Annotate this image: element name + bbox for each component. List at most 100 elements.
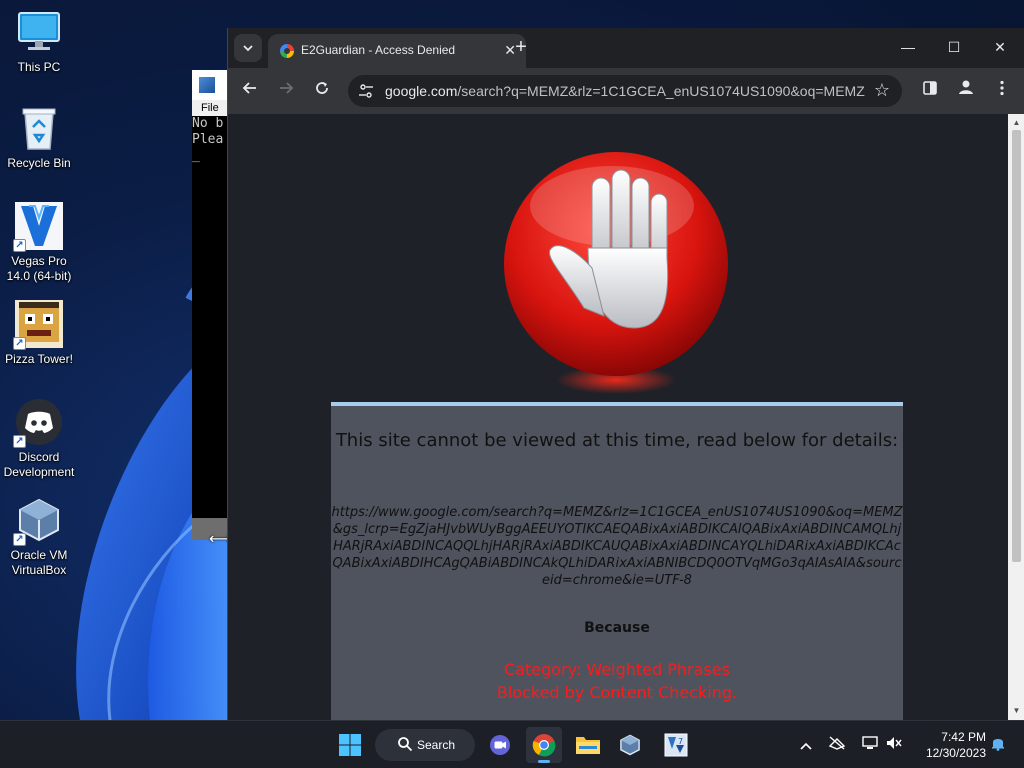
notifications-button[interactable] (988, 735, 1008, 755)
forward-button[interactable] (272, 77, 300, 105)
desktop-icon-label: This PC (17, 60, 61, 74)
start-button[interactable] (332, 727, 368, 763)
side-panel-icon (923, 81, 937, 95)
browser-window[interactable]: E2Guardian - Access Denied ✕ + — ☐ ✕ goo… (227, 28, 1024, 720)
console-output: No b Plea _ (192, 116, 232, 164)
console-menu-file[interactable]: File (201, 102, 219, 114)
taskbar-chrome[interactable] (526, 727, 562, 763)
site-info-icon[interactable] (358, 83, 374, 99)
show-hidden-icons-button[interactable] (796, 735, 816, 755)
vegas-pro-icon: ↗ (13, 202, 63, 252)
taskbar-console-app[interactable]: 7 (658, 727, 694, 763)
chrome-icon (532, 734, 556, 757)
browser-toolbar: google.com/search?q=MEMZ&rlz=1C1GCEA_enU… (228, 68, 1024, 114)
scroll-down-arrow-icon[interactable]: ▼ (1008, 704, 1024, 718)
desktop-icon-vegas-pro[interactable]: ↗ Vegas Pro 14.0 (64-bit) (2, 202, 76, 284)
desktop-icon-virtualbox[interactable]: ↗ Oracle VM VirtualBox (2, 496, 76, 578)
close-window-button[interactable]: ✕ (978, 32, 1022, 62)
url-path: /search?q=MEMZ&rlz=1C1GCEA_enUS1074US109… (457, 83, 865, 99)
tab-title: E2Guardian - Access Denied (301, 43, 456, 57)
taskbar-teams-chat[interactable] (482, 727, 518, 763)
new-tab-button[interactable]: + (509, 36, 533, 60)
taskbar: Search 7 7:42 PM 12/30/2023 (0, 720, 1024, 768)
stop-hand-icon (504, 152, 728, 394)
tab-search-button[interactable] (234, 34, 262, 62)
shortcut-arrow-icon: ↗ (13, 337, 26, 350)
desktop-icon-label: Vegas Pro 14.0 (64-bit) (6, 254, 72, 283)
console-app-icon (198, 76, 216, 94)
system-clock[interactable]: 7:42 PM 12/30/2023 (914, 729, 986, 761)
tray-app-icon[interactable] (827, 735, 847, 755)
shortcut-arrow-icon: ↗ (13, 239, 26, 252)
arrow-left-icon (242, 82, 256, 94)
blocked-url: https://www.google.com/search?q=MEMZ&rlz… (331, 505, 903, 588)
recycle-bin-icon (15, 104, 63, 152)
denied-headline: This site cannot be viewed at this time,… (335, 430, 899, 451)
bookmark-star-icon[interactable]: ☆ (874, 80, 890, 101)
desktop-icon-discord[interactable]: ↗ Discord Development (2, 398, 76, 480)
search-icon (398, 737, 413, 752)
tab-access-denied[interactable]: E2Guardian - Access Denied ✕ (268, 34, 526, 68)
desktop-icon-this-pc[interactable]: This PC (2, 8, 76, 75)
desktop-icon-label: Discord Development (3, 450, 75, 479)
block-category: Category: Weighted Phrases (504, 660, 730, 679)
more-vert-icon (1000, 80, 1004, 96)
desktop-icon-label: Oracle VM VirtualBox (10, 548, 68, 577)
access-denied-panel: This site cannot be viewed at this time,… (331, 402, 903, 720)
windows-logo-icon (339, 734, 361, 756)
block-reason: Blocked by Content Checking. (496, 683, 738, 702)
taskbar-search-box[interactable]: Search (375, 729, 475, 761)
google-favicon-icon (280, 44, 294, 58)
scroll-up-arrow-icon[interactable]: ▲ (1008, 116, 1024, 130)
url-text[interactable]: google.com/search?q=MEMZ&rlz=1C1GCEA_enU… (385, 83, 865, 99)
because-label: Because (584, 620, 650, 636)
clock-date: 12/30/2023 (925, 746, 986, 760)
active-indicator (538, 760, 550, 763)
reload-icon (316, 82, 328, 94)
chevron-down-icon (243, 45, 253, 52)
profile-icon (959, 80, 973, 94)
chevron-up-icon (800, 742, 812, 750)
page-scrollbar[interactable]: ▲ ▼ (1008, 114, 1024, 720)
console-line: Plea (192, 132, 224, 147)
desktop-icon-pizza-tower[interactable]: ↗ Pizza Tower! (2, 300, 76, 367)
volume-muted-icon (887, 737, 902, 749)
monitor-icon (15, 8, 63, 56)
back-button[interactable] (236, 77, 264, 105)
console-line: No b (192, 116, 224, 131)
profile-button[interactable] (952, 77, 980, 105)
maximize-button[interactable]: ☐ (932, 32, 976, 62)
console-menubar: File (192, 100, 232, 116)
arrow-right-icon (280, 82, 294, 94)
shortcut-arrow-icon: ↗ (13, 533, 26, 546)
network-button[interactable] (860, 735, 880, 755)
console-titlebar[interactable] (192, 70, 232, 100)
svg-text:7: 7 (678, 737, 683, 746)
console-window[interactable]: File No b Plea _ (192, 70, 232, 540)
search-label: Search (417, 738, 456, 752)
network-icon (862, 736, 878, 749)
tab-strip: E2Guardian - Access Denied ✕ + — ☐ ✕ (228, 28, 1024, 68)
shortcut-arrow-icon: ↗ (13, 435, 26, 448)
side-panel-button[interactable] (916, 77, 944, 105)
bell-icon (992, 739, 1004, 751)
desktop-icon-recycle-bin[interactable]: Recycle Bin (2, 104, 76, 171)
chrome-menu-button[interactable] (988, 77, 1016, 105)
reload-button[interactable] (308, 77, 336, 105)
clock-time: 7:42 PM (941, 730, 986, 744)
pizza-tower-icon: ↗ (13, 300, 63, 350)
scrollbar-thumb[interactable] (1012, 130, 1021, 562)
virtualbox-icon: ↗ (13, 496, 63, 546)
desktop-icon-label: Recycle Bin (7, 156, 71, 170)
volume-button[interactable] (884, 735, 904, 755)
desktop-icon-label: Pizza Tower! (5, 352, 73, 366)
console-app-icon: 7 (664, 733, 688, 757)
minimize-button[interactable]: — (886, 32, 930, 62)
discord-icon: ↗ (13, 398, 63, 448)
video-chat-icon (490, 735, 510, 755)
taskbar-file-explorer[interactable] (570, 727, 606, 763)
taskbar-virtualbox[interactable] (612, 727, 648, 763)
drive-offline-icon (828, 736, 846, 750)
address-bar[interactable]: google.com/search?q=MEMZ&rlz=1C1GCEA_enU… (348, 75, 902, 107)
folder-icon (576, 737, 600, 754)
